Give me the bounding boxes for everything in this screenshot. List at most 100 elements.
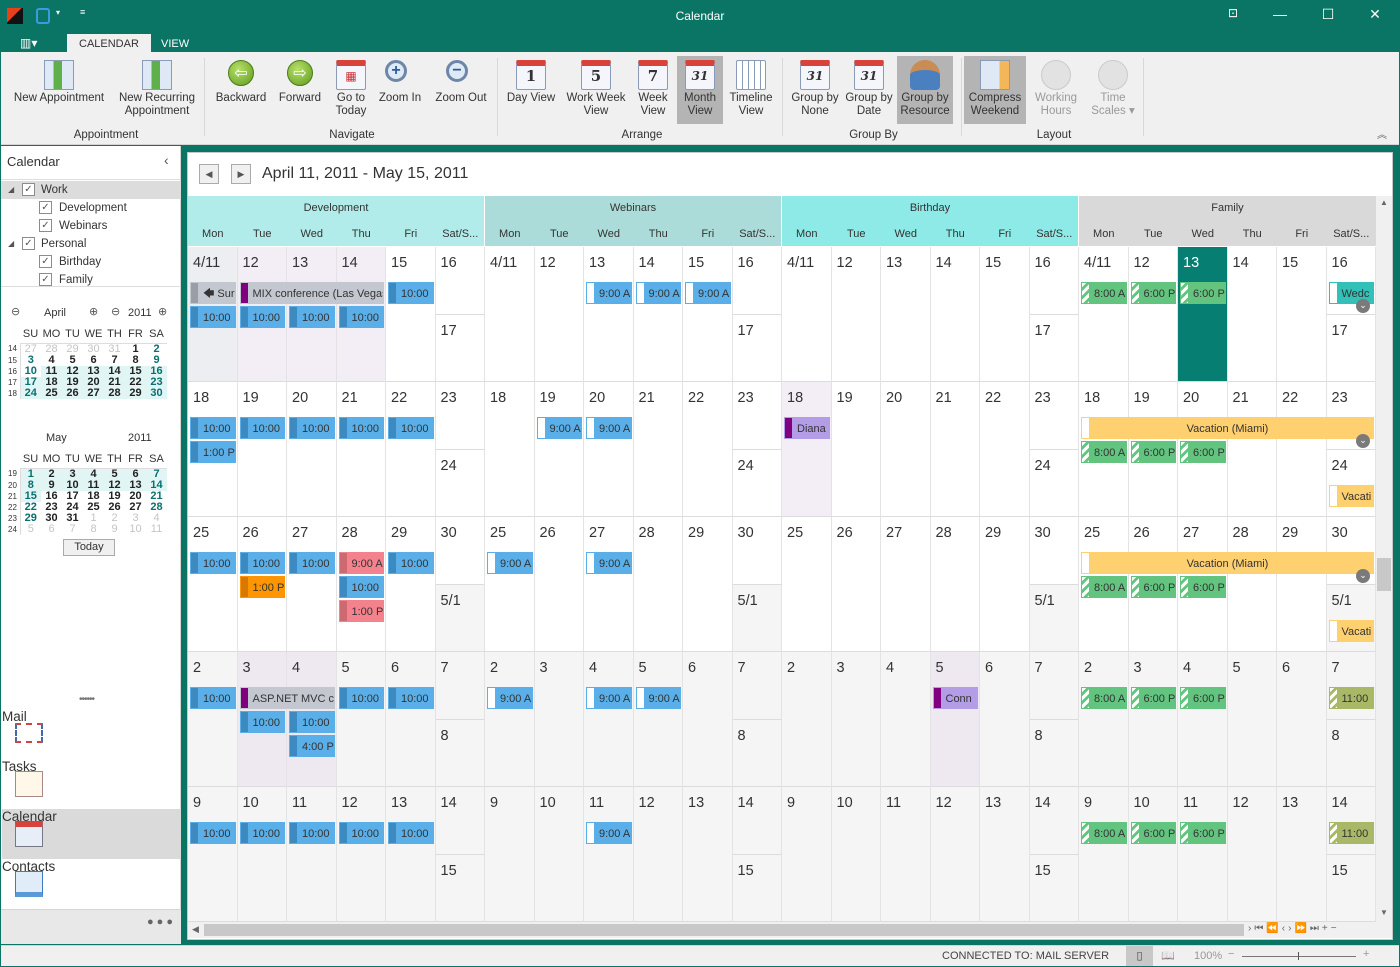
mini-calendar-day[interactable]: 2: [146, 343, 167, 355]
backstage-menu-icon[interactable]: ▥▾: [20, 36, 37, 50]
appointment[interactable]: 9:00 AM: [487, 552, 533, 574]
day-cell[interactable]: 15: [1029, 854, 1079, 922]
day-cell[interactable]: 5/1: [1326, 584, 1376, 652]
appointment[interactable]: 10:00: [338, 417, 384, 439]
day-cell[interactable]: 20: [287, 382, 337, 517]
appointment[interactable]: 10:00: [388, 687, 434, 709]
tree-item-development[interactable]: ✓ Development: [1, 199, 181, 217]
day-cell[interactable]: 7: [732, 652, 782, 720]
scroll-down-icon[interactable]: ▼: [1380, 908, 1388, 917]
mini-calendar-day[interactable]: 22: [125, 376, 146, 388]
appointment[interactable]: 11:00: [1328, 687, 1374, 709]
appointment[interactable]: 9:00 AM: [685, 282, 731, 304]
day-cell[interactable]: 12: [831, 247, 881, 382]
day-cell[interactable]: 12: [1128, 247, 1178, 382]
mini-calendar-day[interactable]: 29: [125, 387, 146, 399]
collapse-pane-icon[interactable]: ‹: [164, 152, 169, 168]
collapse-ribbon-icon[interactable]: ︽: [1377, 126, 1387, 141]
mini-calendar-day[interactable]: 30: [41, 512, 62, 524]
mini-calendar-day[interactable]: 31: [62, 512, 83, 524]
day-cell[interactable]: 5/1: [732, 584, 782, 652]
day-cell[interactable]: 24: [1029, 449, 1079, 517]
appointment[interactable]: 10:00: [289, 417, 335, 439]
mini-calendar-day[interactable]: 29: [20, 512, 41, 524]
day-cell[interactable]: 5: [633, 652, 683, 787]
tab-calendar[interactable]: CALENDAR: [67, 34, 151, 53]
appointment[interactable]: 10:00: [190, 306, 236, 328]
day-cell[interactable]: 2: [782, 652, 832, 787]
appointment[interactable]: 10:00: [190, 552, 236, 574]
day-cell[interactable]: 3: [1128, 652, 1178, 787]
today-button[interactable]: Today: [63, 539, 115, 556]
mini-calendar-day[interactable]: 10: [125, 523, 146, 535]
day-cell[interactable]: 25: [188, 517, 238, 652]
nav-contacts[interactable]: Contacts: [2, 859, 181, 909]
calendar-month-button[interactable]: 31 Month View: [677, 56, 723, 124]
day-cell[interactable]: 13: [683, 787, 733, 922]
day-cell[interactable]: 28: [930, 517, 980, 652]
day-cell[interactable]: 30: [732, 517, 782, 585]
minimize-button[interactable]: —: [1270, 6, 1290, 22]
day-cell[interactable]: 4/11: [1079, 247, 1129, 382]
day-cell[interactable]: 16: [435, 247, 485, 315]
day-cell[interactable]: 7: [435, 652, 485, 720]
day-cell[interactable]: 12: [930, 787, 980, 922]
appointment[interactable]: 9:00 AM: [586, 687, 632, 709]
day-cell[interactable]: 30: [435, 517, 485, 585]
mini-calendar-day[interactable]: 15: [20, 490, 41, 502]
appointment[interactable]: 8:00 AM: [1081, 441, 1127, 463]
mini-calendar-day[interactable]: 3: [20, 354, 41, 366]
mini-calendar-day[interactable]: 22: [20, 501, 41, 513]
mini-calendar-day[interactable]: 19: [104, 490, 125, 502]
vertical-scrollbar[interactable]: ▲ ▼: [1376, 196, 1392, 922]
mini-calendar-day[interactable]: 21: [146, 490, 167, 502]
mini-calendar-day[interactable]: 7: [146, 468, 167, 480]
mini-calendar-day[interactable]: 8: [125, 354, 146, 366]
day-cell[interactable]: 14: [435, 787, 485, 855]
appointment[interactable]: 1:00 PM: [239, 576, 285, 598]
mini-calendar-day[interactable]: 9: [41, 479, 62, 491]
arrow-right-button[interactable]: ⇨ Forward: [274, 56, 326, 124]
appointment[interactable]: 6:00 PM: [1180, 441, 1226, 463]
mini-calendar-day[interactable]: 24: [20, 387, 41, 399]
appointment[interactable]: 10:00: [289, 822, 335, 844]
appointment[interactable]: 🡄 Sur: [190, 282, 236, 304]
appointment[interactable]: 10:00: [289, 306, 335, 328]
day-cell[interactable]: 5: [1227, 652, 1277, 787]
day-cell[interactable]: 15: [386, 247, 436, 382]
appointment[interactable]: 9:00 AM: [586, 552, 632, 574]
checkbox[interactable]: ✓: [22, 237, 35, 250]
appointment[interactable]: 6:00 PM: [1180, 282, 1226, 304]
appointment[interactable]: 8:00 AM: [1081, 282, 1127, 304]
appointment[interactable]: 6:00 PM: [1180, 822, 1226, 844]
day-cell[interactable]: 12: [336, 787, 386, 922]
more-appointments-icon[interactable]: ⌄: [1356, 569, 1370, 583]
day-cell[interactable]: 29: [386, 517, 436, 652]
mini-calendar-day[interactable]: 9: [104, 523, 125, 535]
day-cell[interactable]: 22: [386, 382, 436, 517]
day-cell[interactable]: 4: [584, 652, 634, 787]
mini-calendar-day[interactable]: 7: [104, 354, 125, 366]
mini-calendar-day[interactable]: 5: [62, 354, 83, 366]
zoom-slider[interactable]: [1242, 952, 1356, 960]
appointment[interactable]: 9:00 AM: [586, 417, 632, 439]
appointment[interactable]: 8:00 AM: [1081, 822, 1127, 844]
day-cell[interactable]: 10: [237, 787, 287, 922]
day-cell[interactable]: 6: [683, 652, 733, 787]
day-cell[interactable]: 14: [1029, 787, 1079, 855]
mini-calendar-day[interactable]: 25: [41, 387, 62, 399]
day-cell[interactable]: 11: [287, 787, 337, 922]
mini-calendar-day[interactable]: 19: [62, 376, 83, 388]
day-cell[interactable]: 15: [1277, 247, 1327, 382]
appointment[interactable]: 10:00: [338, 822, 384, 844]
checkbox[interactable]: ✓: [39, 255, 52, 268]
day-cell[interactable]: 20: [881, 382, 931, 517]
day-cell[interactable]: 20: [584, 382, 634, 517]
appointment[interactable]: 10:00: [388, 822, 434, 844]
mini-calendar-day[interactable]: 11: [41, 365, 62, 377]
day-cell[interactable]: 14: [1326, 787, 1376, 855]
tree-item-birthday[interactable]: ✓ Birthday: [1, 253, 181, 271]
day-cell[interactable]: 14: [1227, 247, 1277, 382]
mini-calendar-day[interactable]: 6: [41, 523, 62, 535]
appointment[interactable]: 10:00: [289, 711, 335, 733]
